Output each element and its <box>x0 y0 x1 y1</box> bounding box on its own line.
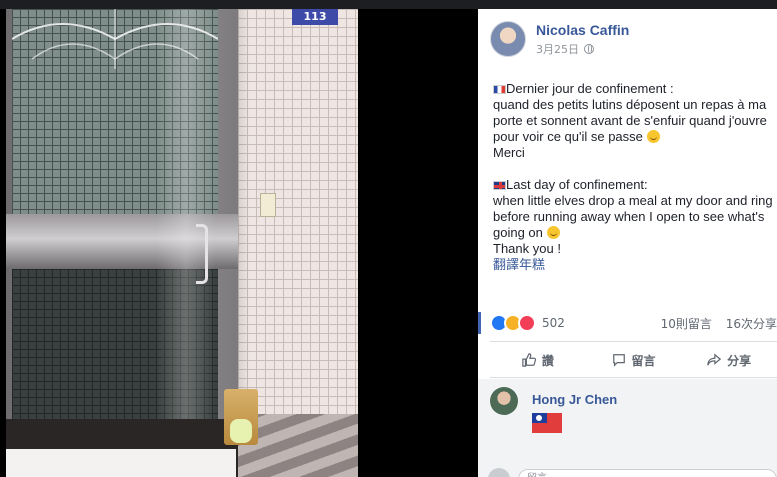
post-photo: 113 <box>6 9 358 477</box>
comment-button[interactable]: 留言 <box>586 345 682 375</box>
current-user-avatar <box>488 468 510 477</box>
like-button[interactable]: 讚 <box>490 345 586 375</box>
focus-accent <box>478 312 481 334</box>
top-navigation-strip <box>0 0 777 9</box>
door-number-plate: 113 <box>292 9 338 25</box>
facebook-photo-viewer: 113 Nicolas Caffin 3月25日 Dernier jour de… <box>0 0 777 477</box>
post-text: Dernier jour de confinement : quand des … <box>493 81 777 273</box>
comment-icon <box>612 354 625 367</box>
author-avatar[interactable] <box>490 21 526 57</box>
door-step <box>6 449 236 477</box>
photo-viewer[interactable]: 113 <box>0 9 478 477</box>
globe-icon <box>584 44 594 54</box>
post-date[interactable]: 3月25日 <box>536 41 579 57</box>
post-line: Last day of confinement: <box>506 177 648 192</box>
post-line: porte et sonnent avant de s'enfuir quand… <box>493 113 767 128</box>
post-line: quand des petits lutins déposent un repa… <box>493 97 767 112</box>
share-label: 分享 <box>727 353 752 368</box>
divider <box>490 377 777 378</box>
commenter-avatar[interactable] <box>490 387 518 415</box>
commenter-name[interactable]: Hong Jr Chen <box>532 392 617 415</box>
share-icon <box>707 353 722 366</box>
reaction-count[interactable]: 502 <box>542 316 565 330</box>
post-side-panel: Nicolas Caffin 3月25日 Dernier jour de con… <box>478 9 777 477</box>
like-label: 讚 <box>541 353 554 368</box>
share-button[interactable]: 分享 <box>681 345 777 375</box>
post-line: Thank you ! <box>493 241 561 256</box>
meal-box <box>230 419 252 443</box>
comment-input[interactable]: 留言…… <box>518 469 777 477</box>
comment-count[interactable]: 10則留言 <box>661 317 712 331</box>
post-line: before running away when I open to see w… <box>493 209 765 224</box>
post-line: when little elves drop a meal at my door… <box>493 193 773 208</box>
post-actions: 讚 留言 分享 <box>490 345 777 375</box>
uk-flag-icon <box>493 181 506 190</box>
author-name[interactable]: Nicolas Caffin <box>536 21 629 39</box>
smiley-icon <box>646 130 660 143</box>
divider <box>490 341 777 342</box>
smiley-icon <box>546 226 560 239</box>
translate-link[interactable]: 翻譯年糕 <box>493 257 777 273</box>
post-header: Nicolas Caffin 3月25日 <box>490 21 629 57</box>
comments-section: Hong Jr Chen 留言…… <box>478 379 777 477</box>
thumbs-up-icon <box>522 353 536 367</box>
comment-item: Hong Jr Chen <box>490 387 617 415</box>
french-flag-icon <box>493 85 506 94</box>
post-line: going on <box>493 225 543 240</box>
post-line: Dernier jour de confinement : <box>506 81 674 96</box>
post-line: Merci <box>493 145 525 160</box>
post-line: pour voir ce qu'il se passe <box>493 129 643 144</box>
comment-label: 留言 <box>631 353 656 368</box>
share-count[interactable]: 16次分享 <box>726 317 777 331</box>
love-reaction-icon <box>518 314 536 332</box>
door-handle <box>196 224 208 284</box>
light-switch <box>260 193 276 217</box>
comment-input-row: 留言…… <box>488 468 777 477</box>
reaction-summary[interactable]: 502 10則留言 16次分享 <box>490 312 777 334</box>
taiwan-flag-emoji <box>532 413 562 433</box>
